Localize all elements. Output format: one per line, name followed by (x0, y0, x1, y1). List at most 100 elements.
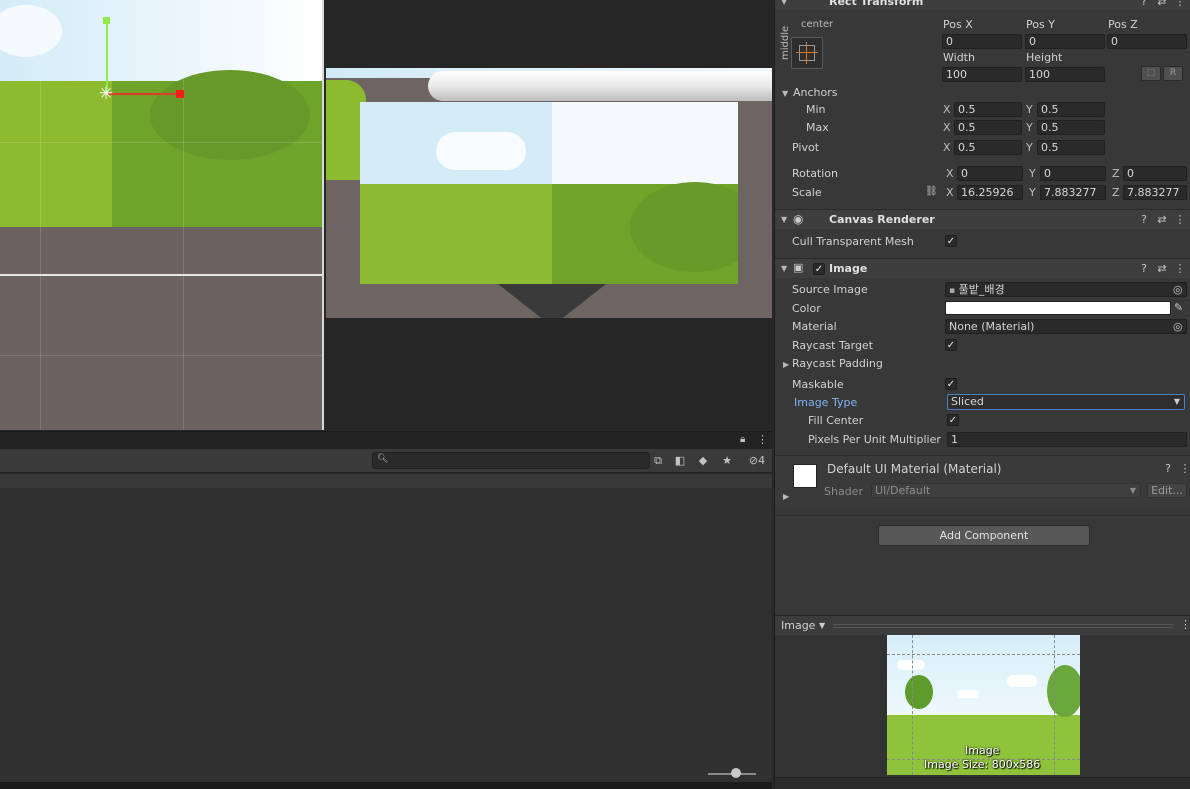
slice-border-top (887, 654, 1080, 655)
pos-y-field[interactable]: 0 (1025, 34, 1105, 49)
preview-dropdown[interactable]: Image (781, 619, 815, 633)
raw-edit-button[interactable]: R (1163, 66, 1183, 81)
canvas-renderer-header[interactable]: ▼ ◉ Canvas Renderer ? ⇄ ⋮ (775, 209, 1190, 229)
chevron-down-icon[interactable]: ▼ (819, 621, 825, 630)
anchor-max-y-field[interactable]: 0.5 (1037, 120, 1105, 135)
anchor-min-y-field[interactable]: 0.5 (1037, 102, 1105, 117)
scale-y-field[interactable]: 7.883277 (1040, 185, 1106, 200)
move-gizmo-x-axis[interactable] (108, 93, 178, 95)
scene-search-icon[interactable]: ⧉ (650, 452, 666, 469)
rotation-y-field[interactable]: 0 (1040, 166, 1106, 181)
kebab-menu-icon[interactable]: ⋮ (1180, 618, 1190, 631)
lock-icon[interactable]: 🔒︎ (740, 434, 745, 445)
kebab-menu-icon[interactable]: ⋮ (1173, 212, 1187, 227)
scene-grass-lower (112, 160, 324, 227)
eye-slash-icon: ⊘ (748, 454, 759, 467)
move-gizmo-center-icon[interactable]: ✳ (97, 85, 115, 103)
scene-grid-line (40, 0, 41, 430)
color-field[interactable] (945, 301, 1171, 315)
pos-x-field[interactable]: 0 (942, 34, 1022, 49)
material-preview-swatch (793, 464, 817, 488)
kebab-menu-icon[interactable]: ⋮ (1173, 0, 1187, 9)
edit-shader-button[interactable]: Edit... (1147, 483, 1187, 498)
foldout-arrow-icon[interactable]: ▼ (781, 0, 787, 6)
object-picker-icon[interactable]: ◎ (1173, 283, 1183, 296)
image-component-header[interactable]: ▼ ▣ ✓ Image ? ⇄ ⋮ (775, 258, 1190, 278)
blueprint-mode-icon[interactable]: ⬚ (1141, 66, 1161, 81)
kebab-menu-icon[interactable]: ⋮ (1173, 261, 1187, 276)
foldout-arrow-icon[interactable]: ▼ (781, 264, 787, 273)
material-foldout-icon[interactable]: ▶ (783, 492, 789, 501)
constrain-proportions-icon[interactable]: ⛓ (925, 186, 938, 197)
pivot-y-field[interactable]: 0.5 (1037, 140, 1105, 155)
help-icon[interactable]: ? (1137, 261, 1151, 276)
filter-by-label-icon[interactable]: ◆ (695, 452, 711, 469)
move-gizmo-y-handle[interactable] (103, 17, 110, 24)
preview-drag-handle[interactable] (833, 624, 1173, 628)
raycast-padding-label[interactable]: Raycast Padding (792, 357, 883, 371)
anchor-presets-button[interactable] (791, 37, 823, 69)
inspector-panel: ▼ Rect Transform ? ⇄ ⋮ center middle Pos… (774, 0, 1190, 789)
width-field[interactable]: 100 (942, 67, 1022, 82)
raycast-padding-foldout-icon[interactable]: ▶ (783, 360, 789, 369)
image-type-dropdown[interactable]: Sliced ▼ (947, 394, 1185, 410)
game-image-element (360, 102, 738, 284)
anchors-foldout-icon[interactable]: ▼ (782, 89, 788, 98)
rotation-z-field[interactable]: 0 (1123, 166, 1187, 181)
object-picker-icon[interactable]: ◎ (1173, 320, 1183, 333)
move-gizmo-x-handle[interactable] (176, 90, 184, 98)
scale-x-field[interactable]: 16.25926 (957, 185, 1023, 200)
source-image-field[interactable]: ▪ 풀밭_배경 (945, 282, 1187, 297)
material-title: Default UI Material (Material) (827, 462, 1002, 476)
presets-icon[interactable]: ⇄ (1155, 0, 1169, 9)
filter-by-type-icon[interactable]: ◧ (672, 452, 688, 469)
cull-transparent-mesh-label: Cull Transparent Mesh (792, 235, 914, 248)
image-enabled-checkbox[interactable]: ✓ (813, 263, 825, 275)
foldout-arrow-icon[interactable]: ▼ (781, 215, 787, 224)
ppu-multiplier-field[interactable]: 1 (947, 432, 1187, 447)
anchors-label[interactable]: Anchors (793, 86, 838, 100)
raycast-target-checkbox[interactable]: ✓ (945, 339, 957, 351)
shader-dropdown[interactable]: UI/Default ▼ (871, 483, 1141, 498)
axis-y-label: Y (1026, 121, 1033, 134)
favorites-star-icon[interactable]: ★ (719, 452, 735, 469)
hidden-packages-icon[interactable]: ⊘4 (744, 452, 770, 469)
width-label: Width (943, 51, 975, 64)
move-gizmo-y-axis[interactable] (106, 20, 108, 94)
cull-transparent-mesh-checkbox[interactable]: ✓ (945, 235, 957, 247)
zoom-slider-thumb[interactable] (731, 768, 741, 778)
kebab-menu-icon[interactable]: ⋮ (757, 433, 768, 446)
help-icon[interactable]: ? (1137, 0, 1151, 9)
scale-z-field[interactable]: 7.883277 (1123, 185, 1187, 200)
shader-value: UI/Default (875, 484, 931, 497)
scene-view[interactable]: ✳ (0, 0, 324, 430)
color-label: Color (792, 302, 821, 315)
rect-transform-header[interactable]: ▼ Rect Transform ? ⇄ ⋮ (775, 0, 1190, 10)
presets-icon[interactable]: ⇄ (1155, 261, 1169, 276)
help-icon[interactable]: ? (1137, 212, 1151, 227)
fill-center-checkbox[interactable]: ✓ (947, 414, 959, 426)
preview-cloud (897, 660, 925, 670)
pos-z-field[interactable]: 0 (1107, 34, 1187, 49)
eyedropper-icon[interactable]: ✎ (1174, 301, 1183, 314)
help-icon[interactable]: ? (1161, 461, 1175, 476)
preview-cloud (957, 690, 979, 698)
anchor-min-x-field[interactable]: 0.5 (954, 102, 1022, 117)
pos-x-label: Pos X (943, 18, 973, 31)
height-field[interactable]: 100 (1025, 67, 1105, 82)
presets-icon[interactable]: ⇄ (1155, 212, 1169, 227)
shader-label: Shader (824, 485, 863, 498)
anchor-max-x-field[interactable]: 0.5 (954, 120, 1022, 135)
material-field[interactable]: None (Material) (945, 319, 1187, 334)
axis-y-label: Y (1026, 103, 1033, 116)
rotation-x-field[interactable]: 0 (957, 166, 1023, 181)
add-component-button[interactable]: Add Component (878, 525, 1090, 546)
maskable-checkbox[interactable]: ✓ (945, 378, 957, 390)
anchor-preset-rect (799, 45, 815, 61)
pivot-x-field[interactable]: 0.5 (954, 140, 1022, 155)
game-view[interactable] (326, 0, 772, 430)
kebab-menu-icon[interactable]: ⋮ (1178, 461, 1190, 476)
scene-grid-line (0, 142, 324, 143)
search-input[interactable]: 🔍︎ (372, 452, 650, 469)
raycast-target-label: Raycast Target (792, 339, 874, 352)
